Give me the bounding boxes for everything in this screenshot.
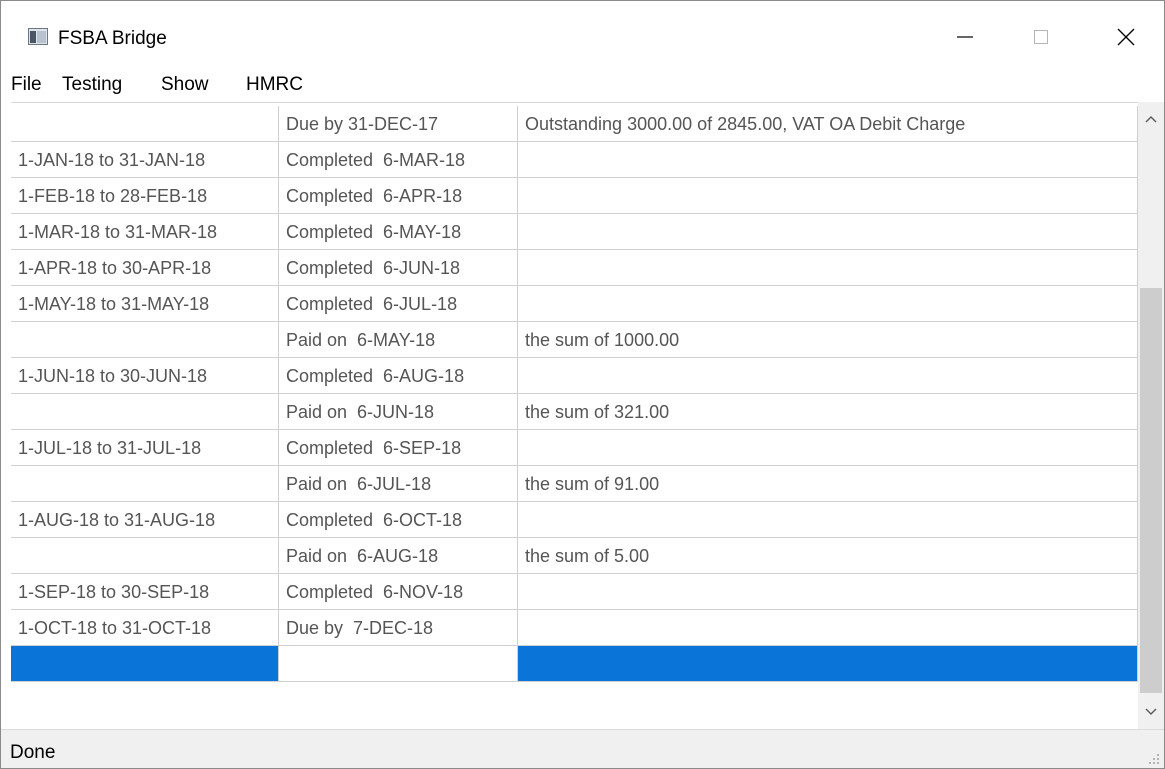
table-row[interactable]: 1-JAN-18 to 31-JAN-18 Completed 6-MAR-18 xyxy=(11,142,1138,178)
table-row[interactable]: Paid on 6-MAY-18 the sum of 1000.00 xyxy=(11,322,1138,358)
cell-period[interactable]: 1-JUL-18 to 31-JUL-18 xyxy=(11,430,279,466)
menu-hmrc[interactable]: HMRC xyxy=(246,74,303,96)
scroll-down-button[interactable] xyxy=(1138,695,1164,729)
cell-detail[interactable]: the sum of 5.00 xyxy=(518,538,1138,574)
cell-period[interactable] xyxy=(11,646,279,682)
chevron-up-icon xyxy=(1145,115,1157,123)
scroll-thumb[interactable] xyxy=(1140,288,1162,693)
minimize-icon xyxy=(957,36,973,38)
table-row[interactable] xyxy=(11,646,1138,682)
table-row[interactable]: Paid on 6-JUL-18 the sum of 91.00 xyxy=(11,466,1138,502)
cell-detail[interactable] xyxy=(518,142,1138,178)
app-window: FSBA Bridge File Testing Show HMRC Due b… xyxy=(0,0,1165,769)
cell-status[interactable]: Completed 6-APR-18 xyxy=(279,178,518,214)
cell-status[interactable]: Completed 6-JUN-18 xyxy=(279,250,518,286)
cell-period[interactable]: 1-JAN-18 to 31-JAN-18 xyxy=(11,142,279,178)
cell-detail[interactable]: Outstanding 3000.00 of 2845.00, VAT OA D… xyxy=(518,106,1138,142)
cell-status[interactable]: Completed 6-NOV-18 xyxy=(279,574,518,610)
vat-obligations-table[interactable]: Due by 31-DEC-17 Outstanding 3000.00 of 2… xyxy=(11,102,1138,730)
cell-status[interactable]: Paid on 6-JUN-18 xyxy=(279,394,518,430)
resize-grip-icon[interactable] xyxy=(1148,753,1160,765)
cell-period[interactable]: 1-FEB-18 to 28-FEB-18 xyxy=(11,178,279,214)
status-bar: Done xyxy=(1,729,1164,768)
maximize-button[interactable] xyxy=(1011,15,1071,59)
table-row[interactable]: Due by 31-DEC-17 Outstanding 3000.00 of 2… xyxy=(11,106,1138,142)
cell-status[interactable]: Paid on 6-MAY-18 xyxy=(279,322,518,358)
cell-detail[interactable] xyxy=(518,430,1138,466)
table-row[interactable]: Paid on 6-JUN-18 the sum of 321.00 xyxy=(11,394,1138,430)
cell-detail[interactable] xyxy=(518,574,1138,610)
table-row[interactable]: 1-APR-18 to 30-APR-18 Completed 6-JUN-18 xyxy=(11,250,1138,286)
app-window-icon xyxy=(28,28,48,45)
cell-period[interactable]: 1-APR-18 to 30-APR-18 xyxy=(11,250,279,286)
cell-period[interactable] xyxy=(11,466,279,502)
cell-detail[interactable]: the sum of 321.00 xyxy=(518,394,1138,430)
cell-period[interactable]: 1-SEP-18 to 30-SEP-18 xyxy=(11,574,279,610)
cell-status[interactable]: Completed 6-MAY-18 xyxy=(279,214,518,250)
maximize-icon xyxy=(1034,30,1048,44)
close-icon xyxy=(1117,28,1135,46)
table-row[interactable]: 1-MAR-18 to 31-MAR-18 Completed 6-MAY-18 xyxy=(11,214,1138,250)
vertical-scrollbar[interactable] xyxy=(1138,102,1164,729)
cell-detail[interactable]: the sum of 91.00 xyxy=(518,466,1138,502)
cell-detail[interactable] xyxy=(518,502,1138,538)
cell-period[interactable] xyxy=(11,322,279,358)
scroll-up-button[interactable] xyxy=(1138,102,1164,136)
cell-status[interactable]: Due by 31-DEC-17 xyxy=(279,106,518,142)
menu-testing[interactable]: Testing xyxy=(62,74,122,96)
cell-status[interactable]: Completed 6-SEP-18 xyxy=(279,430,518,466)
table-row[interactable]: 1-MAY-18 to 31-MAY-18 Completed 6-JUL-18 xyxy=(11,286,1138,322)
cell-status[interactable]: Due by 7-DEC-18 xyxy=(279,610,518,646)
cell-status[interactable]: Paid on 6-JUL-18 xyxy=(279,466,518,502)
cell-period[interactable]: 1-MAY-18 to 31-MAY-18 xyxy=(11,286,279,322)
window-title: FSBA Bridge xyxy=(58,28,167,49)
table-row[interactable]: 1-FEB-18 to 28-FEB-18 Completed 6-APR-18 xyxy=(11,178,1138,214)
menu-show[interactable]: Show xyxy=(161,74,209,96)
cell-period[interactable]: 1-AUG-18 to 31-AUG-18 xyxy=(11,502,279,538)
cell-period[interactable] xyxy=(11,106,279,142)
table-row[interactable]: 1-OCT-18 to 31-OCT-18 Due by 7-DEC-18 xyxy=(11,610,1138,646)
cell-detail[interactable] xyxy=(518,358,1138,394)
cell-period[interactable]: 1-OCT-18 to 31-OCT-18 xyxy=(11,610,279,646)
cell-detail[interactable] xyxy=(518,286,1138,322)
cell-period[interactable] xyxy=(11,538,279,574)
cell-detail[interactable] xyxy=(518,178,1138,214)
cell-status[interactable]: Completed 6-JUL-18 xyxy=(279,286,518,322)
cell-status[interactable]: Completed 6-AUG-18 xyxy=(279,358,518,394)
cell-status[interactable]: Completed 6-OCT-18 xyxy=(279,502,518,538)
cell-status[interactable] xyxy=(279,646,518,682)
cell-period[interactable] xyxy=(11,394,279,430)
minimize-button[interactable] xyxy=(935,15,995,59)
cell-detail[interactable]: the sum of 1000.00 xyxy=(518,322,1138,358)
title-bar[interactable]: FSBA Bridge xyxy=(1,1,1164,71)
table-row[interactable]: 1-JUL-18 to 31-JUL-18 Completed 6-SEP-18 xyxy=(11,430,1138,466)
cell-period[interactable]: 1-MAR-18 to 31-MAR-18 xyxy=(11,214,279,250)
table-row[interactable]: 1-JUN-18 to 30-JUN-18 Completed 6-AUG-18 xyxy=(11,358,1138,394)
cell-detail[interactable] xyxy=(518,214,1138,250)
table-row[interactable]: Paid on 6-AUG-18 the sum of 5.00 xyxy=(11,538,1138,574)
chevron-down-icon xyxy=(1145,708,1157,716)
status-text: Done xyxy=(10,742,56,763)
cell-period[interactable]: 1-JUN-18 to 30-JUN-18 xyxy=(11,358,279,394)
menu-file[interactable]: File xyxy=(11,74,42,96)
cell-status[interactable]: Paid on 6-AUG-18 xyxy=(279,538,518,574)
cell-status[interactable]: Completed 6-MAR-18 xyxy=(279,142,518,178)
cell-detail[interactable] xyxy=(518,250,1138,286)
menu-bar: File Testing Show HMRC xyxy=(1,71,1164,102)
cell-detail[interactable] xyxy=(518,646,1138,682)
table-row[interactable]: 1-AUG-18 to 31-AUG-18 Completed 6-OCT-18 xyxy=(11,502,1138,538)
cell-detail[interactable] xyxy=(518,610,1138,646)
table-row[interactable]: 1-SEP-18 to 30-SEP-18 Completed 6-NOV-18 xyxy=(11,574,1138,610)
close-button[interactable] xyxy=(1096,15,1156,59)
